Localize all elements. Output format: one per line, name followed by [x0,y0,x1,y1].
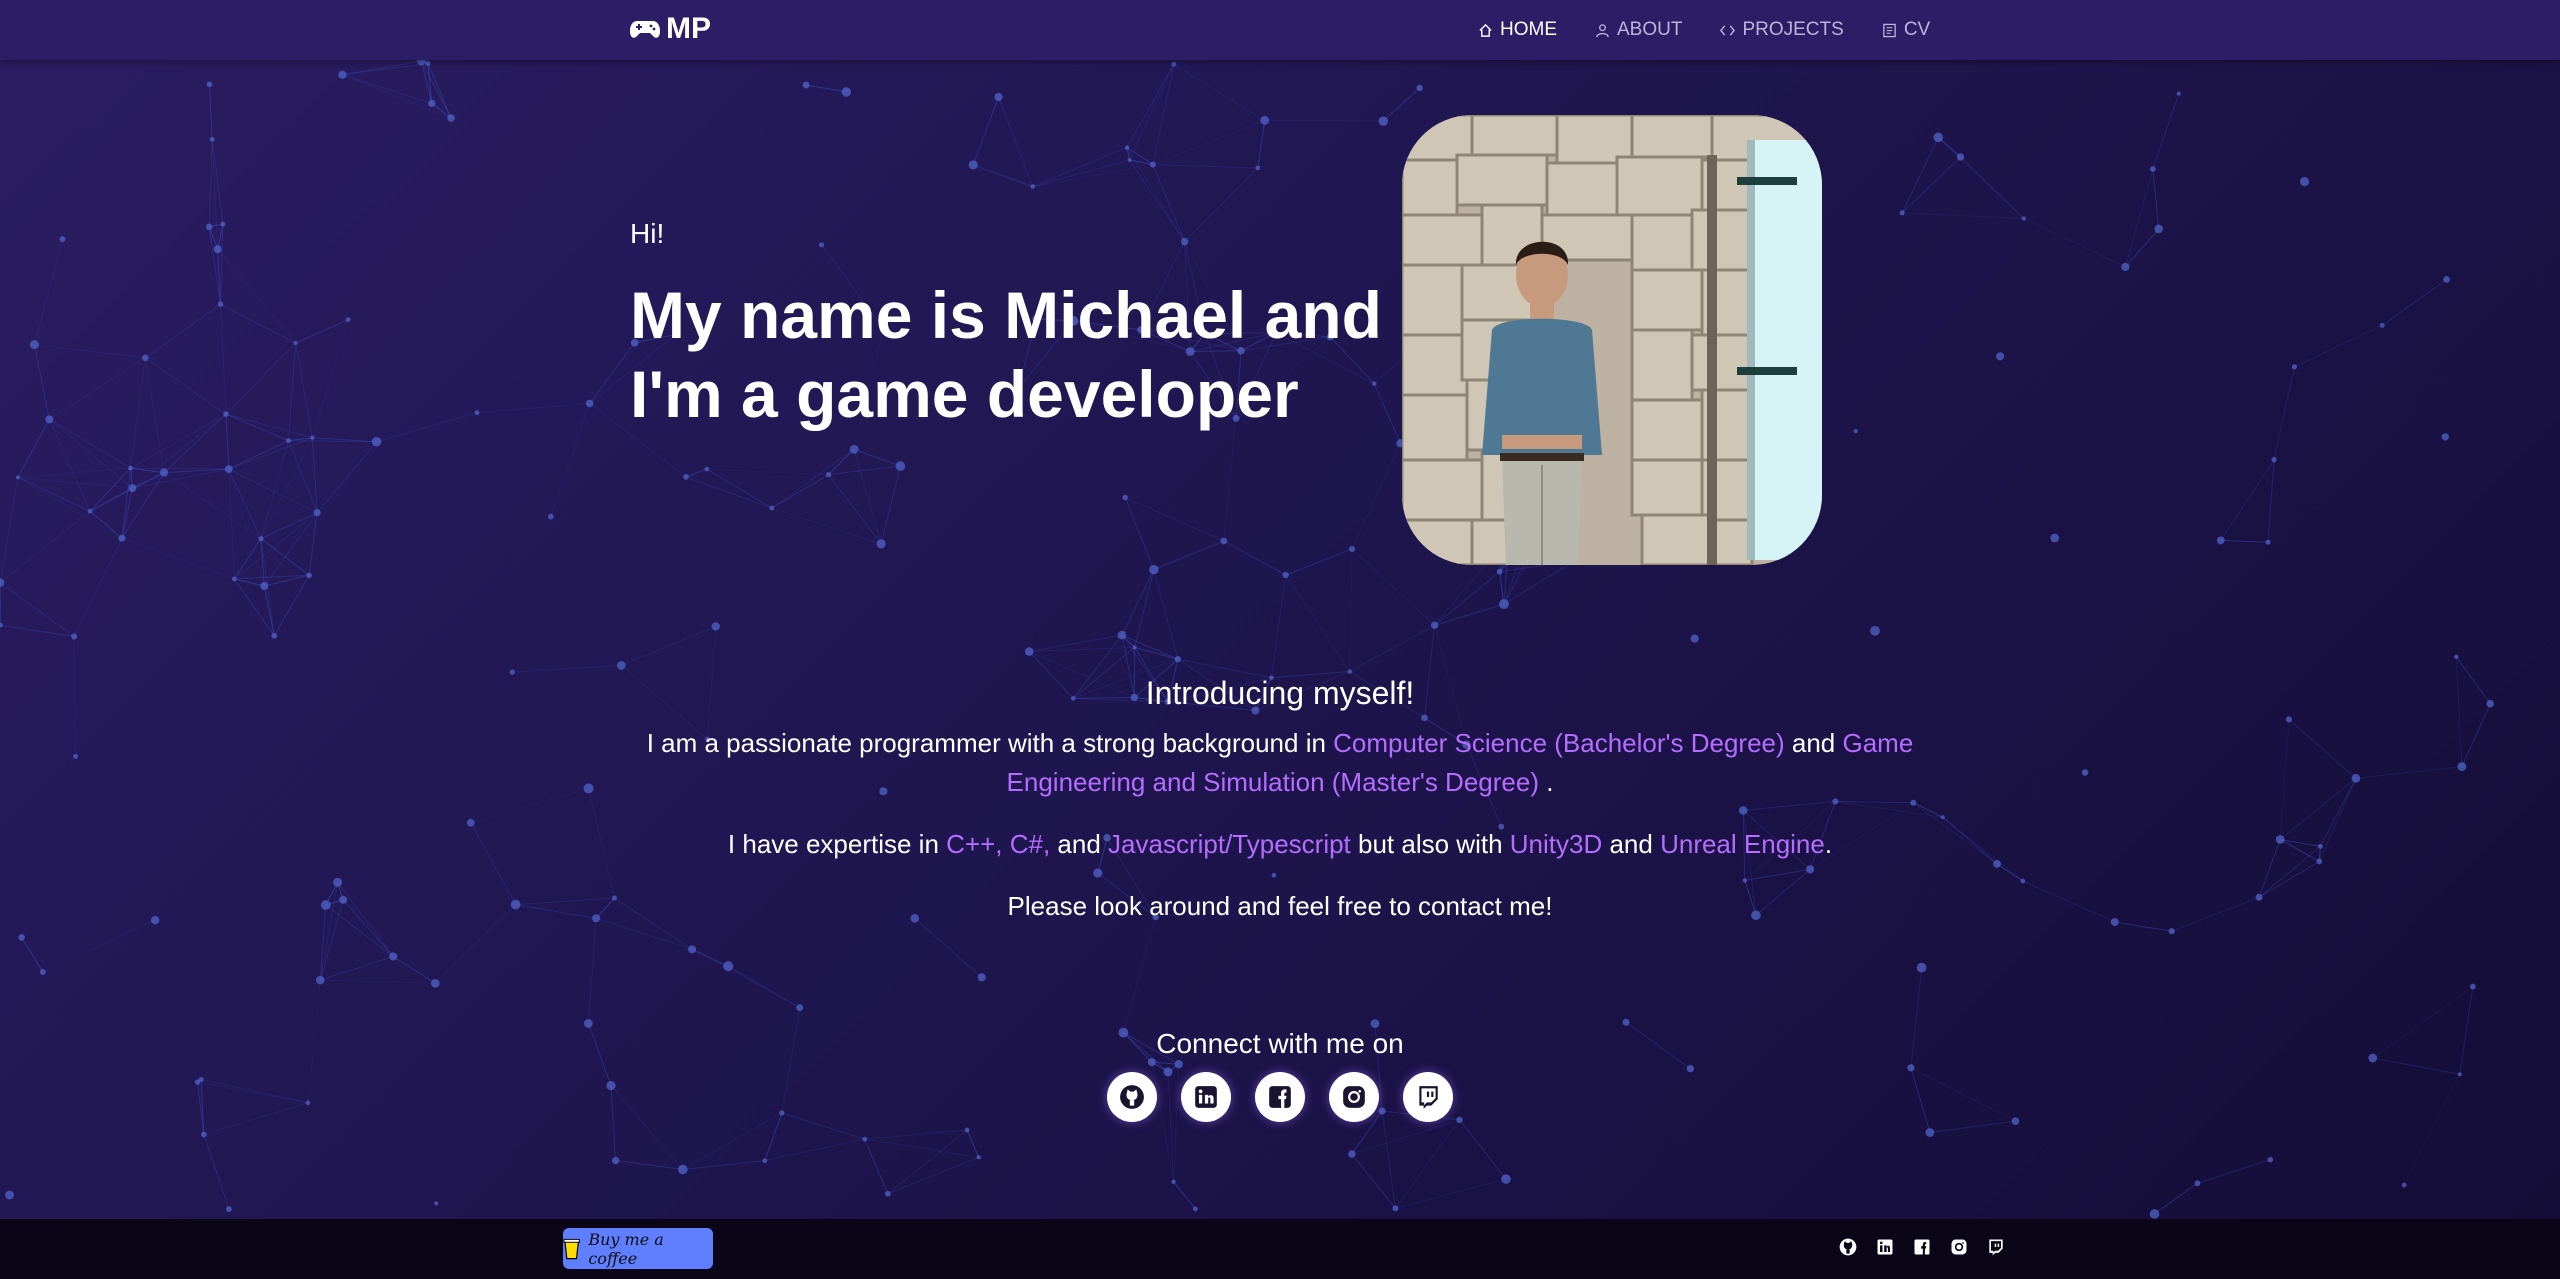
nav-item-label: PROJECTS [1742,19,1844,40]
footer-social-links [1838,1237,2006,1257]
instagram-icon [1951,1239,1967,1255]
page-footer: Buy me a coffee [0,1219,2560,1279]
headline-line-2: I'm a game developer [630,357,1299,431]
hero-greeting: Hi! [630,218,665,249]
footer-facebook-link[interactable] [1912,1237,1932,1257]
nav-item-about[interactable]: ABOUT [1595,19,1682,41]
nav-item-home[interactable]: HOME [1478,19,1557,41]
github-link[interactable] [1107,1072,1157,1122]
intro-text: . [1539,767,1554,797]
intro-text: and [1784,728,1843,758]
twitch-link[interactable] [1403,1072,1453,1122]
intro-title: Introducing myself! [1145,675,1415,711]
nav-item-cv[interactable]: CV [1882,19,1930,41]
intro-section: Introducing myself! I am a passionate pr… [640,675,1920,949]
hero-headline: My name is Michael and I'm a game develo… [630,276,1390,434]
nav-menu: HOME ABOUT PROJECTS CV [1478,0,1930,60]
user-icon [1596,23,1609,37]
instagram-link[interactable] [1329,1072,1379,1122]
top-navbar: MP HOME ABOUT PROJECTS CV [0,0,2560,60]
linkedin-link[interactable] [1181,1072,1231,1122]
connect-section: Connect with me on [960,1028,1600,1122]
gamepad-icon [630,21,660,38]
brand-text: MP [666,12,711,45]
intro-paragraph-contact: Please look around and feel free to cont… [1007,891,1553,921]
nav-item-projects[interactable]: PROJECTS [1720,19,1844,41]
instagram-icon [1343,1086,1365,1108]
facebook-icon [1269,1086,1291,1108]
github-icon [1120,1085,1144,1109]
facebook-icon [1914,1239,1930,1255]
headline-line-1: My name is Michael and [630,278,1382,352]
coffee-label: Buy me a coffee [588,1229,664,1268]
highlight-computer-science: Computer Science (Bachelor's Degree) [1333,728,1785,758]
footer-instagram-link[interactable] [1949,1237,1969,1257]
footer-linkedin-link[interactable] [1875,1237,1895,1257]
home-icon [1479,23,1492,37]
intro-paragraph-background: I am a passionate programmer with a stro… [640,724,1920,802]
document-icon [1883,23,1896,37]
buy-me-a-coffee-button[interactable]: Buy me a coffee [563,1228,713,1269]
nav-item-label: CV [1903,19,1931,40]
hero-section: Hi! My name is Michael and I'm a game de… [630,218,1390,434]
nav-item-label: HOME [1500,19,1557,40]
highlight-javascript: Javascript/Typescript [1108,829,1351,859]
footer-github-link[interactable] [1838,1237,1858,1257]
linkedin-icon [1195,1086,1217,1108]
brand-logo[interactable]: MP [630,12,711,46]
profile-photo [1402,115,1822,565]
intro-text: and [1602,829,1661,859]
profile-photo-image [1402,115,1822,565]
intro-paragraph-expertise: I have expertise in C++, C#, and Javascr… [640,825,1920,864]
github-icon [1839,1238,1857,1256]
highlight-cpp-csharp: C++, C#, [946,829,1051,859]
twitch-icon [1989,1239,2003,1256]
social-links [960,1072,1600,1122]
intro-text: and [1050,829,1109,859]
code-icon [1720,24,1736,36]
coffee-cup-icon [563,1238,580,1259]
intro-text: I am a passionate programmer with a stro… [646,728,1334,758]
intro-text: I have expertise in [727,829,947,859]
facebook-link[interactable] [1255,1072,1305,1122]
footer-twitch-link[interactable] [1986,1237,2006,1257]
nav-item-label: ABOUT [1617,19,1683,40]
intro-text: . [1824,829,1833,859]
highlight-unity: Unity3D [1509,829,1603,859]
twitch-icon [1419,1086,1438,1109]
linkedin-icon [1877,1239,1893,1255]
highlight-unreal: Unreal Engine [1660,829,1825,859]
intro-text: but also with [1350,829,1510,859]
connect-title: Connect with me on [1156,1028,1404,1059]
